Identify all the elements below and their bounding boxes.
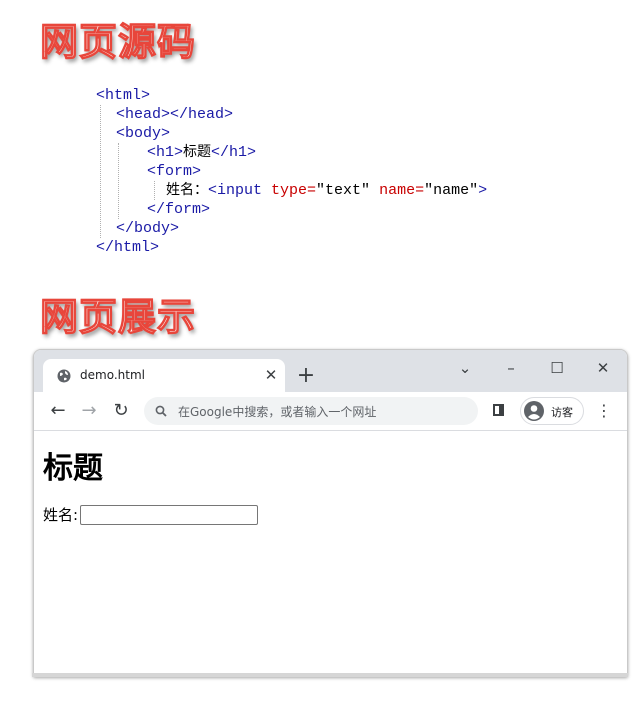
address-input[interactable]	[176, 401, 470, 423]
code-line: <html>	[96, 86, 487, 105]
code-name-attr: name=	[379, 182, 425, 199]
browser-toolbar: ← → ↻ 访客 ⋮	[34, 392, 627, 431]
tab-title: demo.html	[80, 368, 145, 382]
name-label: 姓名:	[43, 506, 79, 524]
back-button[interactable]: ←	[46, 399, 70, 423]
code-h1-text: 标题	[183, 144, 212, 160]
page-viewport: 标题 姓名:	[34, 431, 627, 676]
code-line: <body>	[96, 124, 487, 143]
code-line: <h1>标题</h1>	[96, 143, 487, 162]
page-title: 标题	[43, 451, 103, 486]
name-form: 姓名:	[43, 504, 259, 525]
code-line: <form>	[96, 162, 487, 181]
code-body-open: <body>	[116, 125, 171, 142]
minimize-button[interactable]: –	[496, 358, 526, 378]
page-display-heading: 网页展示	[39, 294, 197, 339]
forward-button[interactable]: →	[77, 399, 101, 423]
avatar-icon	[524, 401, 544, 421]
code-html-close: </html>	[96, 239, 160, 256]
name-field[interactable]	[80, 504, 259, 525]
profile-button[interactable]: 访客	[520, 397, 584, 425]
browser-window: demo.html ✕ + ⌄ – ☐ ✕ ← → ↻ 访客 ⋮	[33, 349, 628, 677]
profile-label: 访客	[551, 406, 573, 419]
reload-button[interactable]: ↻	[109, 399, 133, 423]
code-h1-close: </h1>	[211, 144, 257, 161]
code-line: </form>	[96, 200, 487, 219]
code-form-open: <form>	[147, 163, 202, 180]
close-window-button[interactable]: ✕	[588, 358, 618, 378]
code-type-attr: type=	[271, 182, 317, 199]
source-code-heading: 网页源码	[39, 19, 197, 64]
tab-close-icon[interactable]: ✕	[261, 365, 281, 385]
code-input-end: >	[478, 182, 488, 199]
code-input-tag: <input	[208, 182, 263, 199]
menu-icon[interactable]: ⋮	[594, 399, 614, 423]
code-body-close: </body>	[116, 220, 180, 237]
code-form-close: </form>	[147, 201, 211, 218]
code-label-text: 姓名：	[166, 182, 208, 198]
address-bar[interactable]	[144, 397, 478, 425]
code-line: 姓名：<input type="text" name="name">	[96, 181, 487, 200]
tab-strip: demo.html ✕ + ⌄ – ☐ ✕	[34, 350, 627, 392]
code-head: <head></head>	[116, 106, 234, 123]
code-type-value: "text"	[316, 182, 371, 199]
code-line: </html>	[96, 238, 487, 257]
tab-demo-html[interactable]: demo.html ✕	[43, 359, 285, 392]
code-h1-open: <h1>	[147, 144, 184, 161]
new-tab-button[interactable]: +	[295, 365, 317, 387]
code-line: <head></head>	[96, 105, 487, 124]
code-line: </body>	[96, 219, 487, 238]
tab-search-button[interactable]: ⌄	[450, 358, 480, 378]
code-html-open: <html>	[96, 87, 151, 104]
search-icon	[155, 405, 167, 417]
source-code-block: <html> <head></head> <body> <h1>标题</h1> …	[96, 86, 487, 257]
globe-icon	[57, 369, 71, 383]
window-bottom-edge	[32, 673, 628, 677]
side-panel-icon[interactable]	[493, 404, 504, 416]
code-name-value: "name"	[424, 182, 479, 199]
maximize-button[interactable]: ☐	[542, 358, 572, 378]
